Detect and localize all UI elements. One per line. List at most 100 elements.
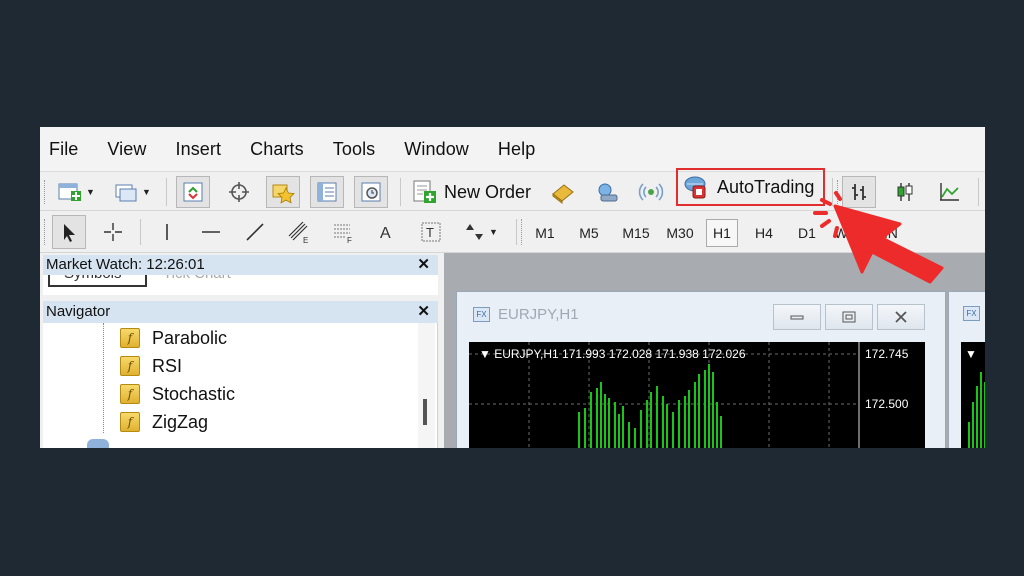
- market-watch-toggle-button[interactable]: [176, 176, 210, 208]
- arrows-tool-button[interactable]: ▼: [456, 215, 506, 249]
- data-window-button[interactable]: [222, 176, 256, 208]
- menu-insert[interactable]: Insert: [176, 139, 222, 160]
- terminal-toggle-button[interactable]: [310, 176, 344, 208]
- new-order-button[interactable]: New Order: [412, 176, 531, 208]
- chart-window-icon: FX: [963, 306, 980, 321]
- horizontal-line-icon: [202, 231, 220, 233]
- signal-wave-icon: [638, 183, 664, 201]
- bar-chart-button[interactable]: [842, 176, 876, 208]
- navigator-scrollbar[interactable]: [418, 323, 435, 448]
- chart-info-marker: ▼: [965, 347, 977, 361]
- metatrader-window: File View Insert Charts Tools Window Hel…: [40, 127, 985, 448]
- chevron-down-icon: ▼: [489, 227, 498, 237]
- toolbar-separator: [978, 178, 979, 206]
- svg-text:T: T: [426, 225, 434, 240]
- profiles-button[interactable]: ▼: [108, 177, 156, 207]
- indicator-icon: f: [120, 384, 140, 404]
- fibonacci-icon: F: [334, 224, 352, 244]
- navigator-item-parabolic[interactable]: f Parabolic: [103, 325, 227, 351]
- strategy-tester-button[interactable]: [354, 176, 388, 208]
- line-studies-toolbar: E F A T ▼ M1 M5 M15 M30 H1 H4 D1 W1 MN: [40, 211, 985, 253]
- navigator-item-zigzag[interactable]: f ZigZag: [103, 409, 208, 435]
- price-chart[interactable]: ▼ EURJPY,H1 171.993 172.028 171.938 172.…: [469, 342, 925, 448]
- navigator-item-label: Parabolic: [152, 327, 228, 348]
- market-watch-icon: [183, 182, 203, 202]
- crosshair-tool-button[interactable]: [96, 215, 130, 249]
- timeframe-w1-button[interactable]: W1: [830, 219, 860, 247]
- menu-charts[interactable]: Charts: [250, 139, 304, 160]
- tab-tick-chart[interactable]: Tick Chart: [163, 275, 231, 287]
- menu-window[interactable]: Window: [404, 139, 469, 160]
- candlestick-icon: [897, 183, 913, 201]
- indicator-icon: f: [120, 412, 140, 432]
- trendline-tool-button[interactable]: [238, 215, 272, 249]
- text-tool-button[interactable]: A: [370, 215, 404, 249]
- toolbar-separator: [832, 178, 833, 206]
- new-chart-button[interactable]: ▼: [52, 177, 100, 207]
- scrollbar-thumb[interactable]: [423, 399, 427, 425]
- tab-symbols[interactable]: Symbols: [48, 275, 147, 287]
- close-icon[interactable]: ✕: [417, 301, 430, 323]
- menu-help[interactable]: Help: [498, 139, 535, 160]
- chart-workspace: FX EURJPY,H1 ▼ EURJPY,H1 171.993 172.028…: [444, 253, 985, 448]
- svg-text:F: F: [347, 236, 352, 244]
- timeframe-m15-button[interactable]: M15: [616, 219, 656, 247]
- indicator-icon: f: [120, 356, 140, 376]
- equidistant-channel-tool-button[interactable]: E: [282, 215, 316, 249]
- chart-info-label: ▼ EURJPY,H1 171.993 172.028 171.938 172.…: [479, 347, 746, 361]
- chart-window-eurjpy[interactable]: FX EURJPY,H1 ▼ EURJPY,H1 171.993 172.028…: [456, 291, 946, 448]
- close-window-button[interactable]: [877, 304, 925, 330]
- text-label-tool-button[interactable]: T: [414, 215, 448, 249]
- timeframe-h1-button[interactable]: H1: [706, 219, 738, 247]
- price-axis-label: 172.745: [865, 347, 909, 361]
- bar-chart-icon: [852, 184, 866, 200]
- metaeditor-book-icon: [552, 184, 574, 204]
- trendline-icon: [246, 223, 264, 241]
- navigator-toggle-button[interactable]: [266, 176, 300, 208]
- community-icon: [598, 183, 618, 202]
- fibonacci-tool-button[interactable]: F: [326, 215, 360, 249]
- navigator-folder-icon: [87, 439, 109, 448]
- chart-window-second[interactable]: FX ▼: [948, 291, 985, 448]
- menu-tools[interactable]: Tools: [333, 139, 376, 160]
- horizontal-line-tool-button[interactable]: [194, 215, 228, 249]
- vertical-line-tool-button[interactable]: [150, 215, 184, 249]
- toolbar-grip[interactable]: [44, 180, 47, 204]
- text-a-icon: A: [380, 225, 391, 242]
- new-order-icon: [413, 180, 436, 203]
- toolbar-grip[interactable]: [837, 180, 840, 204]
- toolbar-grip[interactable]: [44, 219, 47, 245]
- price-axis-label: 172.500: [865, 397, 909, 411]
- toolbar-grip[interactable]: [521, 219, 524, 245]
- navigator-item-stochastic[interactable]: f Stochastic: [103, 381, 235, 407]
- metaeditor-button[interactable]: [546, 176, 580, 208]
- strategy-tester-icon: [361, 182, 381, 202]
- timeframe-m1-button[interactable]: M1: [530, 219, 560, 247]
- timeframe-mn-button[interactable]: MN: [872, 219, 902, 247]
- price-chart-second[interactable]: ▼: [961, 342, 985, 448]
- toolbar-separator: [516, 219, 517, 245]
- line-chart-button[interactable]: [932, 176, 966, 208]
- line-chart-icon: [940, 183, 959, 201]
- timeframe-m5-button[interactable]: M5: [574, 219, 604, 247]
- navigator-item-rsi[interactable]: f RSI: [103, 353, 182, 379]
- close-icon[interactable]: ✕: [417, 255, 430, 275]
- signals-button[interactable]: [634, 176, 668, 208]
- menu-file[interactable]: File: [49, 139, 78, 160]
- restore-button[interactable]: [825, 304, 873, 330]
- navigator-item-label: ZigZag: [152, 411, 209, 432]
- crosshair-target-icon: [229, 182, 249, 202]
- timeframe-h4-button[interactable]: H4: [748, 219, 780, 247]
- close-icon: [895, 311, 907, 323]
- minimize-button[interactable]: [773, 304, 821, 330]
- timeframe-m30-button[interactable]: M30: [660, 219, 700, 247]
- chart-window-titlebar: FX EURJPY,H1: [473, 306, 579, 323]
- candlestick-chart-button[interactable]: [888, 176, 922, 208]
- crosshair-icon: [104, 223, 122, 241]
- cursor-tool-button[interactable]: [52, 215, 86, 249]
- autotrading-button[interactable]: AutoTrading: [676, 168, 825, 206]
- timeframe-d1-button[interactable]: D1: [792, 219, 822, 247]
- menu-view[interactable]: View: [107, 139, 146, 160]
- market-watch-panel-title: Market Watch: 12:26:01 ✕: [43, 255, 438, 275]
- community-button[interactable]: [590, 176, 624, 208]
